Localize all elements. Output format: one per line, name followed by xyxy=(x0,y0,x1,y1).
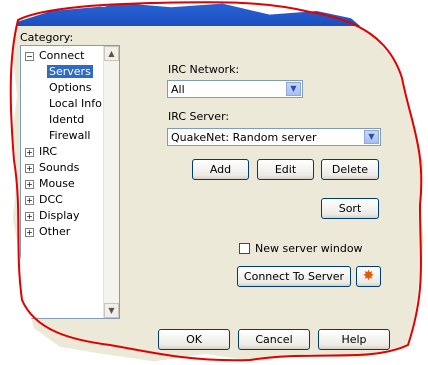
options-dialog: mIRC Options Category: − Connect Servers… xyxy=(8,0,424,362)
expand-icon[interactable]: + xyxy=(25,164,34,173)
edit-button[interactable]: Edit xyxy=(257,159,314,180)
sort-button[interactable]: Sort xyxy=(321,198,379,219)
expand-icon[interactable]: + xyxy=(25,228,34,237)
title-bar: mIRC Options xyxy=(8,0,424,26)
irc-network-label: IRC Network: xyxy=(168,63,240,76)
delete-button[interactable]: Delete xyxy=(321,159,379,180)
irc-network-select[interactable]: All ▼ xyxy=(167,80,303,98)
connect-to-server-button[interactable]: Connect To Server xyxy=(237,266,351,287)
collapse-icon[interactable]: − xyxy=(25,52,34,61)
tree-item-firewall[interactable]: Firewall xyxy=(49,128,90,144)
scroll-down-icon[interactable]: ▼ xyxy=(104,303,119,318)
new-server-window-checkbox[interactable] xyxy=(239,243,250,254)
tree-item-servers[interactable]: Servers xyxy=(47,64,93,80)
favorites-button[interactable]: ✸ xyxy=(356,266,381,287)
star-icon: ✸ xyxy=(362,268,375,284)
tree-item-identd[interactable]: Identd xyxy=(49,112,84,128)
help-button[interactable]: Help xyxy=(318,329,390,350)
irc-server-select[interactable]: QuakeNet: Random server ▼ xyxy=(167,128,381,146)
dropdown-arrow-icon[interactable]: ▼ xyxy=(286,82,301,96)
cancel-button[interactable]: Cancel xyxy=(238,329,310,350)
window-title: mIRC Options xyxy=(8,0,108,11)
add-button[interactable]: Add xyxy=(192,159,249,180)
ok-button[interactable]: OK xyxy=(158,329,230,350)
dropdown-arrow-icon[interactable]: ▼ xyxy=(364,130,379,144)
tree-item-options[interactable]: Options xyxy=(49,80,91,96)
expand-icon[interactable]: + xyxy=(25,196,34,205)
tree-item-local-info[interactable]: Local Info xyxy=(49,96,102,112)
category-label: Category: xyxy=(20,31,74,44)
tree-scrollbar[interactable]: ▲ ▼ xyxy=(103,46,119,318)
category-tree[interactable]: − Connect Servers Options Local Info Ide… xyxy=(20,45,120,319)
irc-server-label: IRC Server: xyxy=(168,110,230,123)
new-server-window-label: New server window xyxy=(255,242,363,255)
scroll-up-icon[interactable]: ▲ xyxy=(104,46,119,61)
expand-icon[interactable]: + xyxy=(25,180,34,189)
expand-icon[interactable]: + xyxy=(25,212,34,221)
expand-icon[interactable]: + xyxy=(25,148,34,157)
